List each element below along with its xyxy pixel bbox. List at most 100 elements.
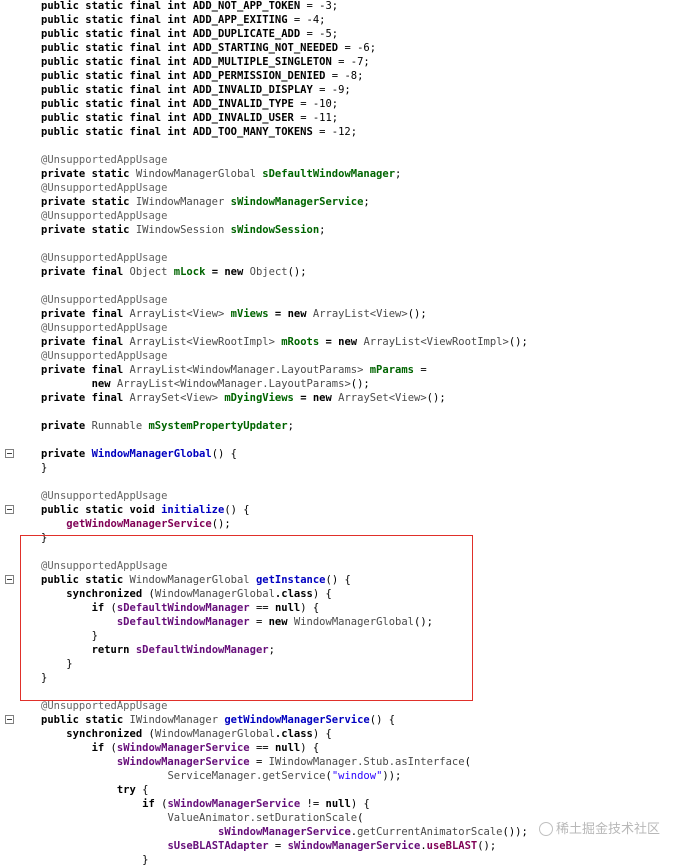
code-token: try: [116, 784, 143, 796]
code-token: ();: [477, 840, 497, 852]
code-token: sWindowManagerService: [116, 756, 250, 768]
code-line: public static final int ADD_PERMISSION_D…: [41, 69, 528, 83]
code-token: public static void: [41, 504, 162, 516]
code-token: private: [41, 420, 92, 432]
highlight-box-getinstance: [20, 535, 473, 701]
code-token: WindowManagerGlobal: [154, 728, 275, 740]
code-token: WindowManagerGlobal: [91, 448, 212, 460]
code-token: Object: [249, 266, 288, 278]
code-line: public static final int ADD_STARTING_NOT…: [41, 41, 528, 55]
fold-collapse-icon[interactable]: [5, 449, 14, 458]
code-token: getCurrentAnimatorScale: [357, 826, 503, 838]
code-token: =: [414, 364, 427, 376]
code-token: mSystemPropertyUpdater: [148, 420, 288, 432]
code-token: ArraySet<View>: [129, 392, 225, 404]
fold-collapse-icon[interactable]: [5, 715, 14, 724]
code-token: = -7;: [331, 56, 370, 68]
code-line: sWindowManagerService.getCurrentAnimator…: [41, 825, 528, 839]
code-line: private static IWindowSession sWindowSes…: [41, 223, 528, 237]
code-line: public static final int ADD_DUPLICATE_AD…: [41, 27, 528, 41]
code-line: public static final int ADD_APP_EXITING …: [41, 13, 528, 27]
code-token: ArraySet<View>: [338, 392, 427, 404]
fold-collapse-icon[interactable]: [5, 505, 14, 514]
code-line: @UnsupportedAppUsage: [41, 251, 528, 265]
code-token: private final: [41, 392, 130, 404]
code-token: ADD_DUPLICATE_ADD: [192, 28, 301, 40]
code-token: }: [41, 462, 48, 474]
code-line: ValueAnimator.setDurationScale(: [41, 811, 528, 825]
code-token: ));: [382, 770, 402, 782]
code-token: sUseBLASTAdapter: [167, 840, 269, 852]
code-token: sWindowManagerService: [218, 826, 351, 838]
code-token: =: [268, 840, 288, 852]
code-line: @UnsupportedAppUsage: [41, 489, 528, 503]
code-token: Runnable: [91, 420, 149, 432]
code-line: }: [41, 461, 528, 475]
code-token: !=: [300, 798, 326, 810]
code-token: private final: [41, 364, 130, 376]
code-line: if (sWindowManagerService != null) {: [41, 797, 528, 811]
code-token: @UnsupportedAppUsage: [41, 154, 168, 166]
code-token: ADD_APP_EXITING: [192, 14, 288, 26]
code-token: = -3;: [300, 0, 339, 12]
code-token: ());: [502, 826, 528, 838]
code-token: = new: [268, 308, 313, 320]
code-token: ADD_INVALID_TYPE: [192, 98, 294, 110]
code-token: }: [41, 854, 149, 866]
code-token: =: [249, 756, 269, 768]
code-token: ();: [350, 378, 370, 390]
code-token: if: [142, 798, 162, 810]
code-token: public static final int: [41, 14, 193, 26]
code-token: Object: [129, 266, 174, 278]
code-token: ValueAnimator.setDurationScale: [167, 812, 358, 824]
code-token: ) {: [312, 728, 332, 740]
code-line: @UnsupportedAppUsage: [41, 209, 528, 223]
code-token: = -9;: [312, 84, 351, 96]
code-line: private final ArraySet<View> mDyingViews…: [41, 391, 528, 405]
code-token: private static: [41, 168, 136, 180]
code-token: ArrayList<View>: [312, 308, 408, 320]
code-token: private static: [41, 196, 136, 208]
code-line: @UnsupportedAppUsage: [41, 293, 528, 307]
code-token: mParams: [369, 364, 414, 376]
fold-collapse-icon[interactable]: [5, 575, 14, 584]
code-token: @UnsupportedAppUsage: [41, 252, 168, 264]
code-token: sWindowManagerService: [116, 742, 250, 754]
code-token: = -10;: [293, 98, 339, 110]
code-line: @UnsupportedAppUsage: [41, 181, 528, 195]
code-token: ArrayList<ViewRootImpl>: [129, 336, 282, 348]
code-token: ;: [363, 196, 370, 208]
code-token: = -6;: [338, 42, 377, 54]
code-token: mDyingViews: [224, 392, 294, 404]
code-token: sWindowManagerService: [230, 196, 364, 208]
code-line: public static final int ADD_MULTIPLE_SIN…: [41, 55, 528, 69]
code-token: ADD_PERMISSION_DENIED: [192, 70, 326, 82]
code-token: () {: [369, 714, 396, 726]
code-token: ADD_INVALID_DISPLAY: [192, 84, 313, 96]
code-token: IWindowSession: [135, 224, 231, 236]
code-line: @UnsupportedAppUsage: [41, 153, 528, 167]
code-token: = -11;: [293, 112, 339, 124]
code-token: ADD_STARTING_NOT_NEEDED: [192, 42, 339, 54]
code-token: ADD_INVALID_USER: [192, 112, 294, 124]
code-token: private final: [41, 266, 130, 278]
code-token: ();: [211, 518, 231, 530]
code-token: @UnsupportedAppUsage: [41, 322, 168, 334]
code-token: ServiceManager.getService: [167, 770, 326, 782]
code-token: WindowManagerGlobal: [135, 168, 263, 180]
code-token: sDefaultWindowManager: [262, 168, 396, 180]
code-token: ) {: [350, 798, 370, 810]
code-token: ();: [426, 392, 446, 404]
code-token: ;: [319, 224, 326, 236]
code-token: useBLAST: [426, 840, 478, 852]
code-token: {: [142, 784, 149, 796]
